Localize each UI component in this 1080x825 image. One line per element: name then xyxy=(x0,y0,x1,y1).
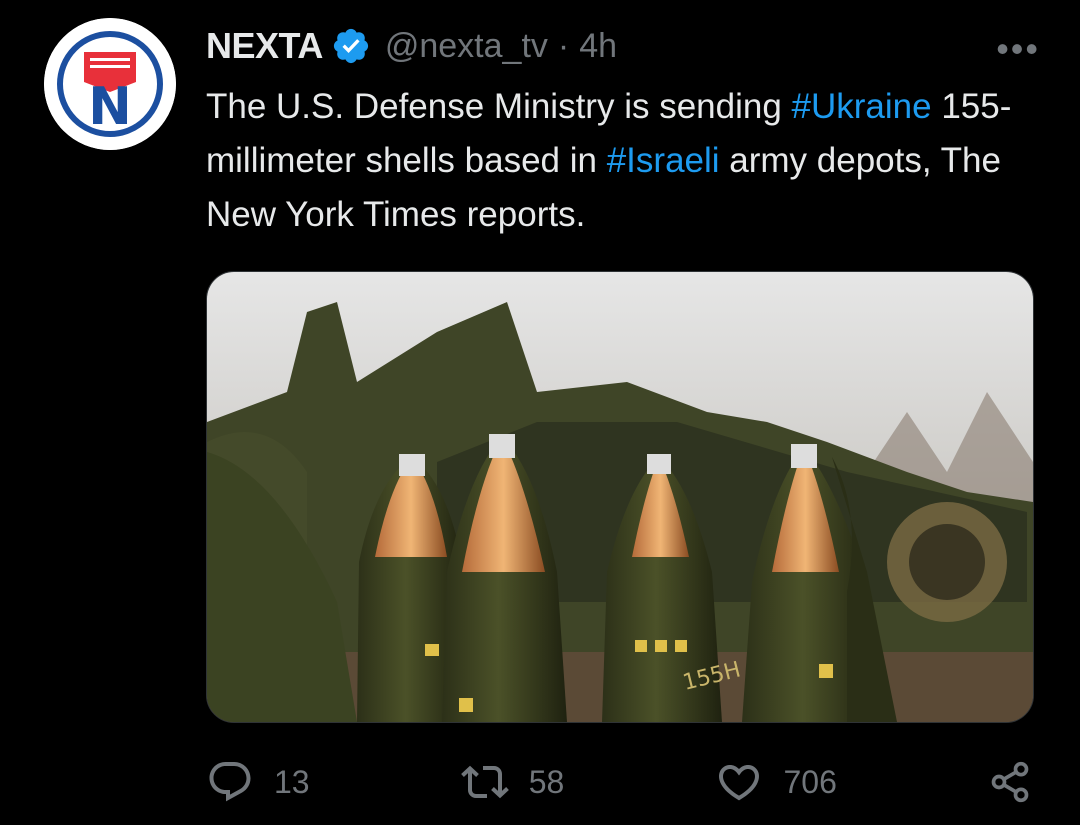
reply-button[interactable]: 13 xyxy=(206,758,310,806)
avatar-letter: N xyxy=(88,77,132,137)
tweet-actions: 13 58 706 xyxy=(206,752,1032,812)
heart-icon xyxy=(719,765,760,801)
more-horizontal-icon[interactable]: ••• xyxy=(996,28,1040,70)
like-button[interactable]: 706 xyxy=(715,758,837,806)
reply-count: 13 xyxy=(274,763,310,800)
share-icon xyxy=(991,761,1029,803)
artillery-shells-photo: 155H xyxy=(207,272,1033,722)
author-name[interactable]: NEXTA xyxy=(206,25,323,67)
author-handle[interactable]: @nexta_tv xyxy=(385,27,548,66)
verified-badge-icon xyxy=(333,28,368,64)
like-count: 706 xyxy=(783,763,837,800)
retweet-icon xyxy=(460,765,509,799)
tweet-media-image[interactable]: 155H xyxy=(206,271,1034,723)
retweet-count: 58 xyxy=(528,763,565,800)
share-button[interactable] xyxy=(988,760,1032,804)
tweet-header: NEXTA @nexta_tv · 4h ••• xyxy=(206,22,1040,70)
separator-dot: · xyxy=(557,26,570,65)
timestamp[interactable]: 4h xyxy=(579,27,617,66)
tweet-text-segment: The U.S. Defense Ministry is sending xyxy=(206,87,792,126)
hashtag-link[interactable]: #Ukraine xyxy=(792,87,932,126)
nexta-logo-icon: N xyxy=(44,18,176,150)
retweet-button[interactable]: 58 xyxy=(460,758,565,806)
reply-icon xyxy=(209,762,251,802)
avatar[interactable]: N xyxy=(44,18,176,150)
hashtag-link[interactable]: #Israeli xyxy=(607,141,720,180)
tweet-text: The U.S. Defense Ministry is sending #Uk… xyxy=(206,80,1046,242)
